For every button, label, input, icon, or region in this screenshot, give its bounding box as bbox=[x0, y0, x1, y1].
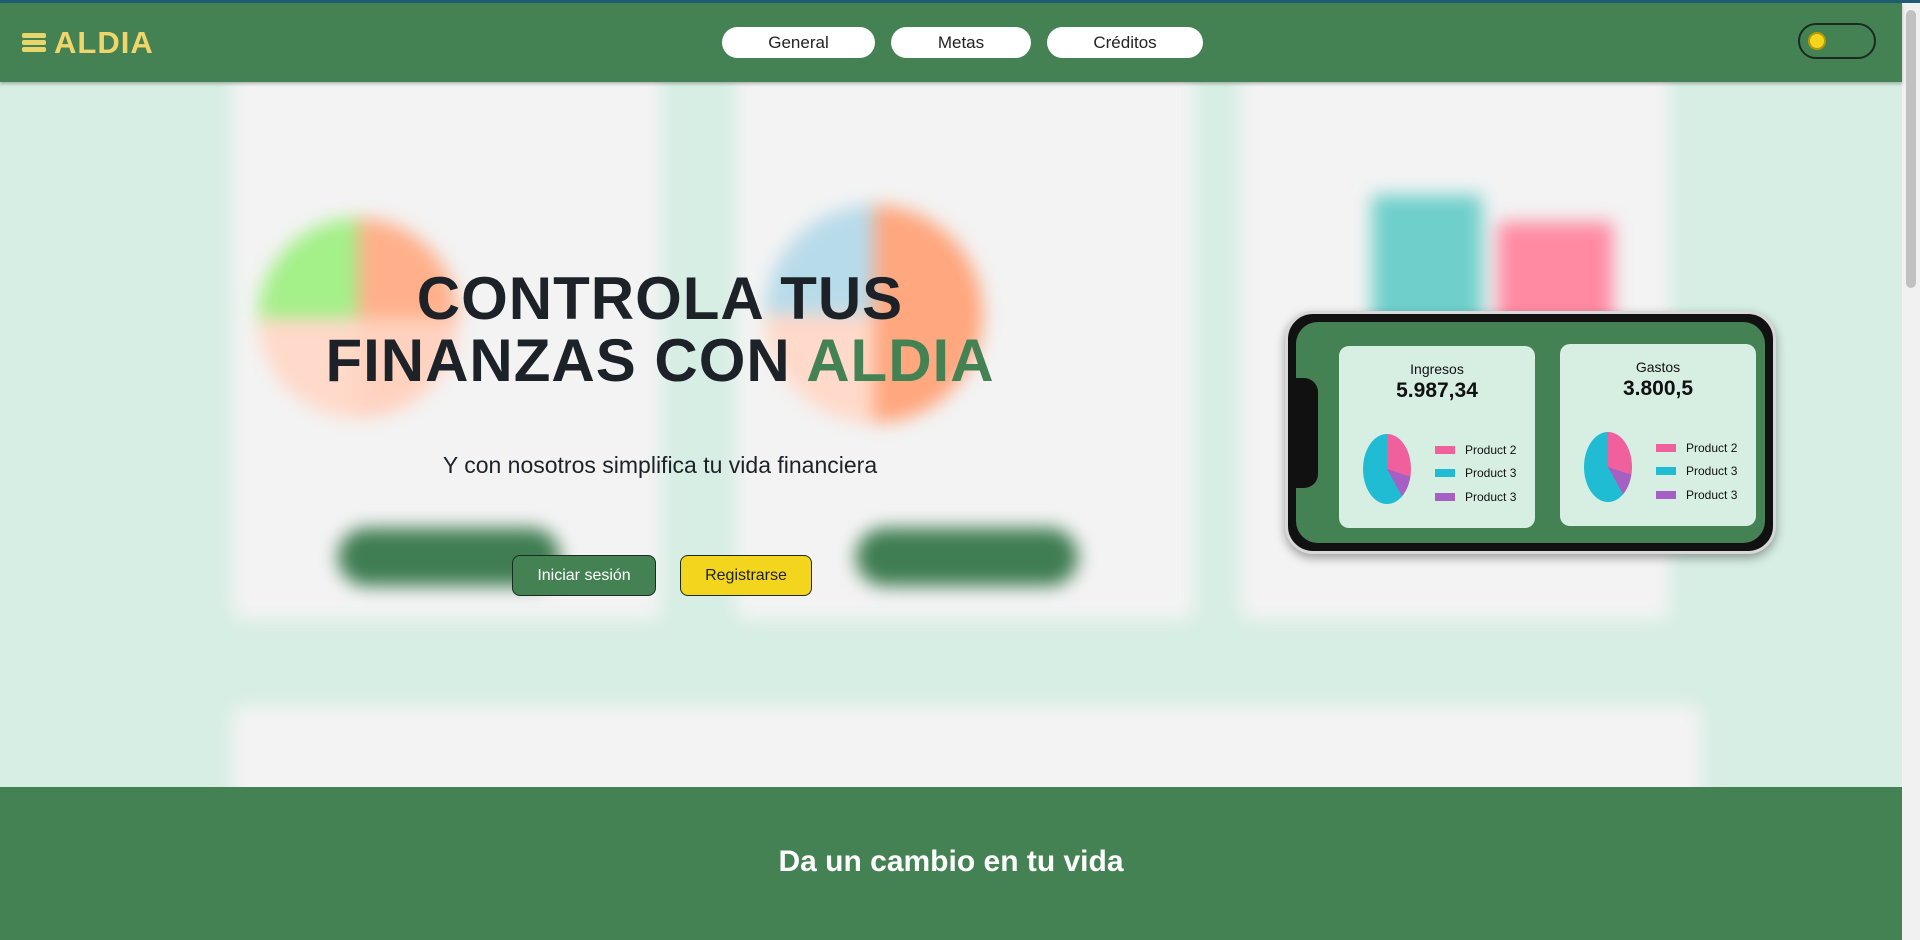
legend-swatch bbox=[1435, 492, 1455, 501]
income-pie bbox=[1363, 434, 1411, 504]
legend-swatch bbox=[1435, 469, 1455, 478]
expenses-title: Gastos bbox=[1635, 359, 1681, 375]
blur-button-2 bbox=[856, 528, 1078, 586]
nav-metas[interactable]: Metas bbox=[891, 27, 1031, 58]
top-navbar: ALDIA General Metas Créditos bbox=[0, 3, 1902, 82]
income-legend: Product 2 Product 3 Product 3 bbox=[1435, 438, 1516, 509]
expenses-legend: Product 2 Product 3 Product 3 bbox=[1656, 436, 1737, 507]
legend-item: Product 2 bbox=[1435, 438, 1516, 462]
legend-swatch bbox=[1656, 490, 1676, 499]
income-card: Ingresos 5.987,34 Product 2 Product 3 Pr… bbox=[1339, 346, 1535, 528]
expenses-pie bbox=[1584, 432, 1632, 502]
phone-mockup: Ingresos 5.987,34 Product 2 Product 3 Pr… bbox=[1285, 311, 1776, 554]
coins-icon bbox=[22, 30, 50, 56]
legend-swatch bbox=[1656, 467, 1676, 476]
phone-notch bbox=[1296, 378, 1318, 488]
legend-item: Product 3 bbox=[1656, 483, 1737, 507]
hero-title-line1: CONTROLA TUS bbox=[416, 265, 904, 332]
legend-swatch bbox=[1435, 445, 1455, 454]
nav-general[interactable]: General bbox=[722, 27, 875, 58]
logo[interactable]: ALDIA bbox=[22, 25, 154, 61]
hero-title-line2: FINANZAS CON bbox=[325, 327, 807, 394]
register-button[interactable]: Registrarse bbox=[680, 555, 812, 596]
legend-item: Product 3 bbox=[1435, 462, 1516, 486]
blur-bar-1 bbox=[1372, 195, 1482, 330]
main-nav: General Metas Créditos bbox=[722, 27, 1203, 58]
hero-title: CONTROLA TUS FINANZAS CON ALDIA bbox=[300, 268, 1020, 392]
income-title: Ingresos bbox=[1410, 361, 1464, 377]
legend-label: Product 3 bbox=[1686, 464, 1738, 479]
phone-screen: Ingresos 5.987,34 Product 2 Product 3 Pr… bbox=[1296, 322, 1765, 543]
expenses-card: Gastos 3.800,5 Product 2 Product 3 Produ… bbox=[1560, 344, 1756, 526]
scrollbar-thumb[interactable] bbox=[1906, 10, 1916, 288]
income-value: 5.987,34 bbox=[1396, 379, 1478, 402]
theme-toggle[interactable] bbox=[1798, 23, 1876, 59]
sun-icon bbox=[1808, 32, 1826, 50]
legend-item: Product 3 bbox=[1656, 460, 1737, 484]
hero-subtitle: Y con nosotros simplifica tu vida financ… bbox=[442, 452, 878, 478]
legend-item: Product 3 bbox=[1435, 485, 1516, 509]
login-button[interactable]: Iniciar sesión bbox=[512, 555, 656, 596]
legend-label: Product 3 bbox=[1465, 489, 1517, 504]
legend-item: Product 2 bbox=[1656, 436, 1737, 460]
legend-label: Product 3 bbox=[1686, 487, 1738, 502]
legend-swatch bbox=[1656, 443, 1676, 452]
legend-label: Product 2 bbox=[1686, 440, 1738, 455]
legend-label: Product 3 bbox=[1465, 466, 1517, 481]
legend-label: Product 2 bbox=[1465, 442, 1517, 457]
expenses-value: 3.800,5 bbox=[1622, 377, 1694, 400]
hero-title-accent: ALDIA bbox=[806, 327, 995, 394]
cta-band-title: Da un cambio en tu vida bbox=[778, 845, 1124, 878]
logo-text: ALDIA bbox=[54, 25, 154, 60]
nav-creditos[interactable]: Créditos bbox=[1047, 27, 1203, 58]
